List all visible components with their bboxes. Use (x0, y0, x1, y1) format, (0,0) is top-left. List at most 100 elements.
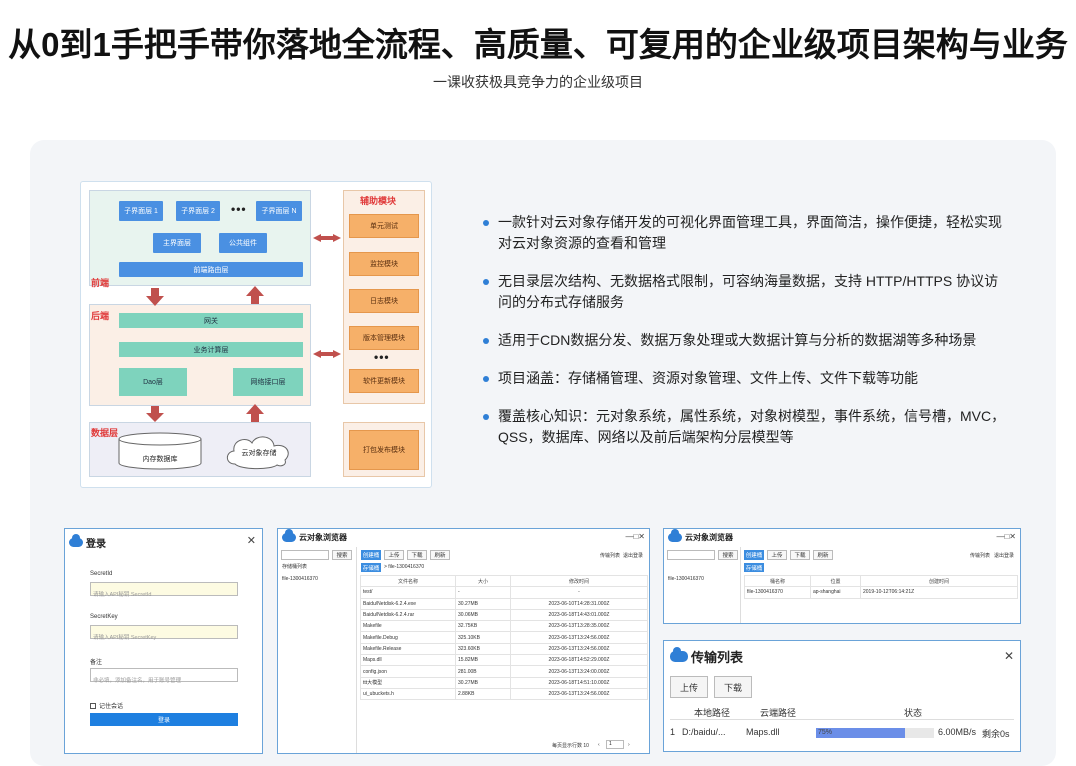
bullet-dot-icon (483, 279, 489, 285)
table-cell: 2023-06-13T13:24:00.000Z (510, 665, 648, 678)
divider (740, 547, 741, 623)
logout-link[interactable]: 退出登录 (994, 552, 1014, 559)
feature-list: 一款针对云对象存储开发的可视化界面管理工具，界面简洁，操作便捷，轻松实现对云对象… (482, 212, 1012, 465)
close-icon[interactable]: ✕ (1004, 649, 1014, 663)
table-cell: 2.88KB (455, 687, 511, 701)
window-controls[interactable]: —□✕ (996, 532, 1016, 541)
download-button[interactable]: 下载 (714, 676, 752, 698)
tab-upload[interactable]: 上传 (384, 550, 404, 560)
table-cell: 15.82MB (455, 654, 511, 667)
transfer-list-link[interactable]: 传输列表 (970, 552, 990, 559)
page-subtitle: 一课收获极具竞争力的企业级项目 (433, 74, 643, 90)
table-cell: 2023-06-13T13:24:56.000Z (510, 631, 648, 644)
login-button[interactable]: 登录 (90, 713, 238, 726)
table-cell: 2023-06-18T14:43:01.000Z (510, 608, 648, 622)
secretkey-label: SecretKey (90, 614, 118, 620)
table-row[interactable]: Baidu/Netdisk-6.2.4.rar 30.06MB 2023-06-18… (360, 608, 648, 622)
table-row[interactable]: Makefile 32.75KB 2023-06-13T13:28:35.000Z (360, 620, 648, 633)
arrow-down-1 (146, 288, 164, 306)
table-cell: 2023-06-18T14:51:10.000Z (510, 676, 648, 689)
search-button[interactable]: 搜索 (718, 550, 738, 560)
table-cell: Baidu/Netdisk-6.2.4.exe (360, 597, 456, 610)
bucket-table: 桶名称 位置 创建时间 file-1300416370 ap-shanghai … (744, 574, 1018, 599)
transfer-row[interactable]: 1 D:/baidu/... Maps.dll 75% 6.00MB/s 剩余0… (670, 721, 1014, 743)
table-row[interactable]: Maps.dll 15.82MB 2023-06-18T14:52:29.000Z (360, 654, 648, 667)
storage-tag[interactable]: 存储桶 (361, 563, 381, 572)
tab-create-bucket[interactable]: 创建桶 (361, 550, 381, 560)
table-cell: Makefile.Release (360, 642, 456, 656)
column-header: 本地路径 (694, 708, 731, 718)
bullet-dot-icon (483, 338, 489, 344)
column-header[interactable]: 创建时间 (860, 574, 1018, 588)
tab-download[interactable]: 下载 (790, 550, 810, 560)
arrow-up-1 (246, 286, 264, 304)
column-header[interactable]: 修改时间 (510, 574, 648, 588)
bucket-search-input[interactable] (281, 550, 329, 560)
checkbox-icon (90, 702, 96, 709)
arrow-down-2 (146, 406, 164, 422)
tab-download[interactable]: 下载 (407, 550, 427, 560)
arrow-bidir-2 (313, 350, 341, 358)
progress-bar: 75% (816, 728, 934, 738)
bucket-browser-titlebar: 云对象浏览器 (664, 528, 1020, 545)
table-cell: Makefile.Debug (360, 631, 456, 644)
tab-create-bucket[interactable]: 创建桶 (744, 550, 764, 560)
note-input[interactable]: 非必填，添加备注名，用于账号管理 (90, 668, 238, 684)
next-page-button[interactable]: › (628, 742, 630, 748)
column-header[interactable]: 位置 (810, 574, 861, 588)
page-size-label: 每页显示行数 10 (552, 743, 589, 749)
table-row[interactable]: file-1300416370 ap-shanghai 2019-10-12T0… (744, 586, 1018, 599)
table-cell: 32.75KB (455, 620, 511, 633)
table-row[interactable]: Makefile.Debug 325.10KB 2023-06-13T13:24:5… (360, 631, 648, 644)
bucket-list-label: 存储桶列表 (282, 564, 308, 570)
prev-page-button[interactable]: ‹ (598, 742, 600, 748)
login-window: 登录 ✕ SecretId 请输入API秘钥 SecretId SecretKe… (64, 528, 263, 754)
table-row[interactable]: Baidu/Netdisk-6.2.4.exe 30.27MB 2023-06-10… (360, 597, 648, 610)
cloud-logo-icon (670, 646, 688, 662)
column-header[interactable]: 大小 (455, 574, 511, 588)
remember-checkbox[interactable]: 记住会话 (90, 701, 123, 710)
transfer-speed: 6.00MB/s (938, 727, 977, 737)
bucket-item[interactable]: file-1300416370 (668, 576, 704, 582)
table-cell: - (510, 586, 648, 599)
table-cell: Baidu/Netdisk-6.2.4.rar (360, 608, 456, 622)
secretid-label: SecretId (90, 571, 113, 577)
bucket-search-input[interactable] (667, 550, 715, 560)
secretid-input[interactable]: 请输入API秘钥 SecretId (90, 582, 238, 598)
tab-refresh[interactable]: 刷新 (813, 550, 833, 560)
table-cell: Makefile (360, 620, 456, 633)
table-cell: 2023-06-18T14:52:29.000Z (510, 654, 648, 667)
table-cell: 325.10KB (455, 631, 511, 644)
login-titlebar: 登录 (65, 529, 262, 555)
tab-upload[interactable]: 上传 (767, 550, 787, 560)
table-cell: ui_ubuckets.h (360, 687, 456, 701)
architecture-diagram: 子界面层 1 子界面层 2 ••• 子界面层 N 主界面层 公共组件 前端路由层… (80, 181, 432, 488)
table-row[interactable]: ui_ubuckets.h 2.88KB 2023-06-13T13:24:56.0… (360, 687, 648, 701)
table-cell: 323.60KB (455, 642, 511, 656)
table-row[interactable]: test/- - (360, 586, 648, 599)
transfer-window: 传输列表 ✕ 上传 下载 本地路径 云端路径 状态 1 D:/baidu/...… (663, 640, 1021, 752)
column-header: 云端路径 (760, 708, 797, 718)
diagram-arrows (146, 234, 341, 422)
close-icon[interactable]: ✕ (247, 534, 256, 547)
browser-window: 云对象浏览器 —□✕ 搜索 存储桶列表 file-1300416370 创建桶 … (277, 528, 650, 754)
upload-button[interactable]: 上传 (670, 676, 708, 698)
search-button[interactable]: 搜索 (332, 550, 352, 560)
logout-link[interactable]: 退出登录 (623, 552, 643, 559)
column-header[interactable]: 文件名称 (360, 574, 456, 588)
column-header[interactable]: 桶名称 (744, 574, 811, 588)
page-number-input[interactable]: 1 (606, 740, 624, 749)
table-row[interactable]: ttt大模型 30.27MB 2023-06-18T14:51:10.000Z (360, 676, 648, 689)
table-cell: config.json (360, 665, 456, 678)
table-row[interactable]: config.json 281.00B 2023-06-13T13:24:00.00… (360, 665, 648, 678)
secretkey-input[interactable]: 请输入API秘钥 SecretKey (90, 625, 238, 641)
cloud-logo-icon (282, 528, 296, 542)
table-cell: 2023-06-10T14:28:31.000Z (510, 597, 648, 610)
table-cell: test/ (360, 586, 456, 599)
window-controls[interactable]: —□✕ (625, 532, 645, 541)
tab-refresh[interactable]: 刷新 (430, 550, 450, 560)
bucket-item[interactable]: file-1300416370 (282, 576, 318, 582)
table-row[interactable]: Makefile.Release 323.60KB 2023-06-13T13:24… (360, 642, 648, 656)
transfer-list-link[interactable]: 传输列表 (600, 552, 620, 559)
storage-tag[interactable]: 存储桶 (744, 563, 764, 572)
